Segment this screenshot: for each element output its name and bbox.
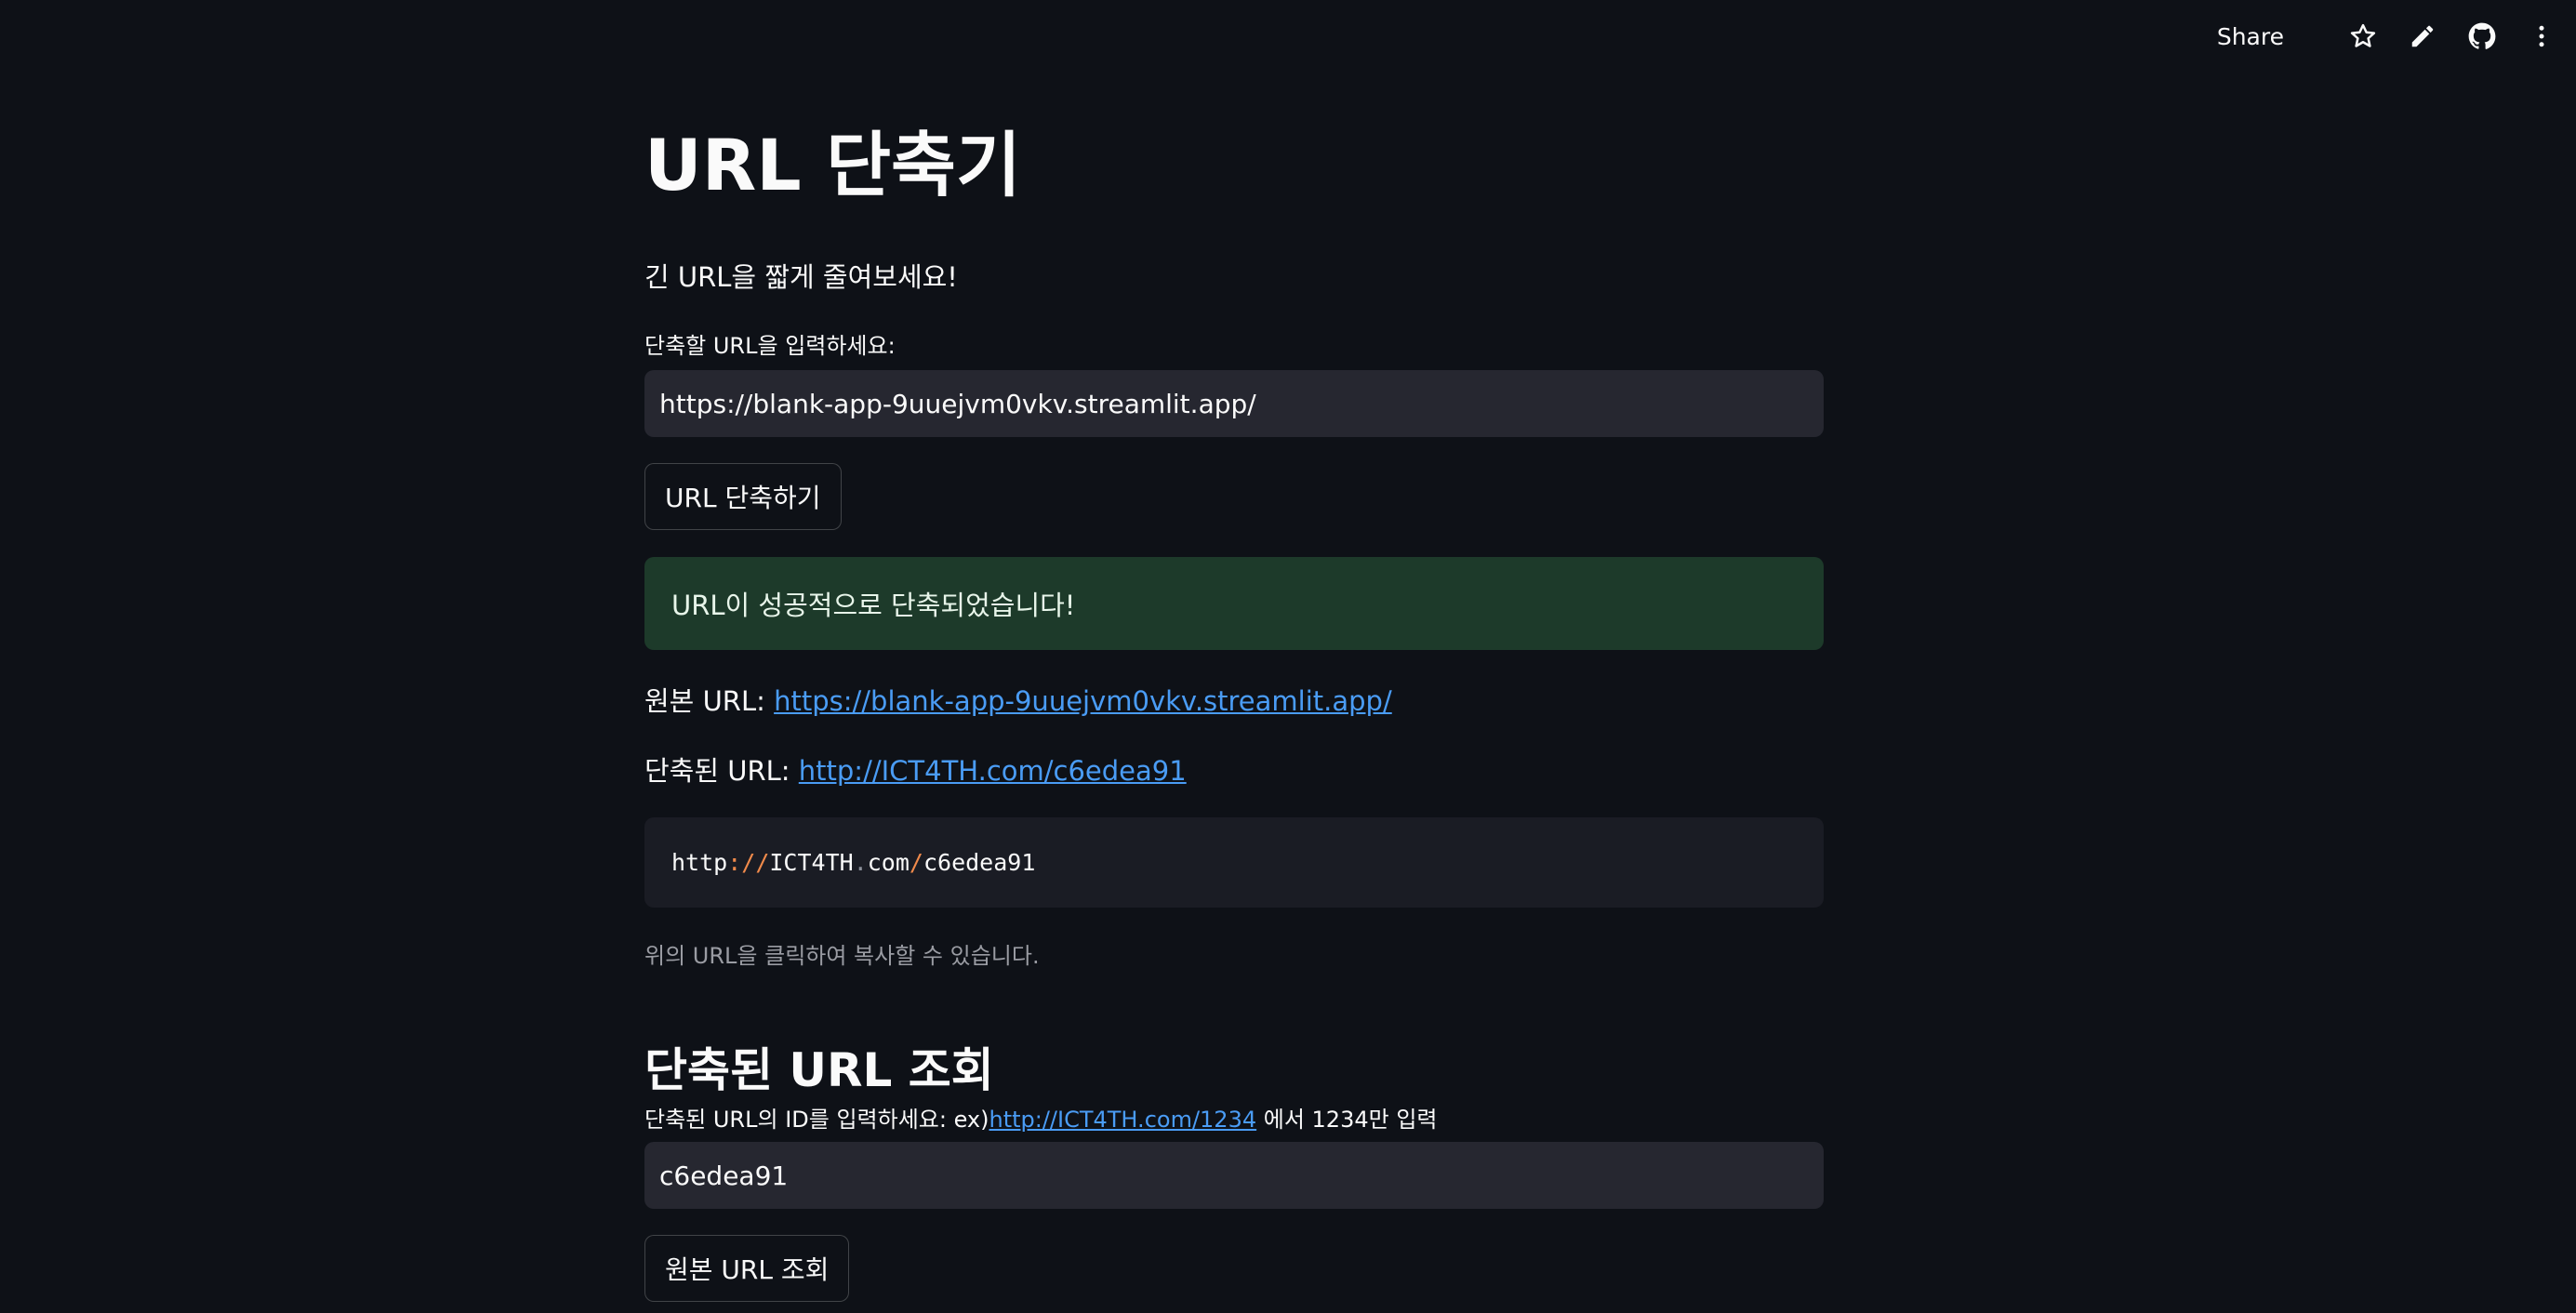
page-title: URL 단축기 <box>644 124 1021 206</box>
code-scheme: http <box>671 849 728 876</box>
success-alert: URL이 성공적으로 단축되었습니다! <box>644 557 1824 650</box>
shorten-url-button[interactable]: URL 단축하기 <box>644 463 842 530</box>
url-input-label: 단축할 URL을 입력하세요: <box>644 333 896 359</box>
original-url-label: 원본 URL: <box>644 685 775 717</box>
lookup-label-prefix: 단축된 URL의 ID를 입력하세요: ex) <box>644 1107 989 1133</box>
short-url-line: 단축된 URL: http://ICT4TH.com/c6edea91 <box>644 749 1187 789</box>
original-url-link[interactable]: https://blank-app-9uuejvm0vkv.streamlit.… <box>774 685 1392 717</box>
code-dot: . <box>853 849 868 876</box>
url-input[interactable]: https://blank-app-9uuejvm0vkv.streamlit.… <box>644 370 1824 437</box>
code-separator: :// <box>727 849 770 876</box>
code-tld: com <box>867 849 910 876</box>
lookup-label-suffix: 에서 1234만 입력 <box>1256 1107 1438 1133</box>
lookup-heading: 단축된 URL 조회 <box>644 1042 994 1097</box>
original-url-line: 원본 URL: https://blank-app-9uuejvm0vkv.st… <box>644 680 1392 719</box>
top-toolbar: Share <box>2217 0 2576 73</box>
success-message: URL이 성공적으로 단축되었습니다! <box>671 590 1076 621</box>
lookup-id-input[interactable]: c6edea91 <box>644 1142 1824 1209</box>
more-vertical-icon[interactable] <box>2526 20 2557 52</box>
pencil-icon[interactable] <box>2407 20 2438 52</box>
github-icon[interactable] <box>2466 20 2498 52</box>
code-host: ICT4TH <box>769 849 854 876</box>
page-subtitle: 긴 URL을 짧게 줄여보세요! <box>644 261 958 293</box>
short-url-code-block[interactable]: http://ICT4TH. com / c6edea91 <box>644 817 1824 908</box>
lookup-example-link[interactable]: http://ICT4TH.com/1234 <box>989 1107 1256 1133</box>
lookup-input-label: 단축된 URL의 ID를 입력하세요: ex)http://ICT4TH.com… <box>644 1101 1437 1134</box>
star-icon[interactable] <box>2347 20 2379 52</box>
code-path: c6edea91 <box>923 849 1036 876</box>
lookup-original-url-button[interactable]: 원본 URL 조회 <box>644 1235 850 1302</box>
code-slash: / <box>909 849 923 876</box>
short-url-link[interactable]: http://ICT4TH.com/c6edea91 <box>799 755 1187 787</box>
share-button[interactable]: Share <box>2217 23 2284 50</box>
short-url-label: 단축된 URL: <box>644 755 799 787</box>
copy-hint-caption: 위의 URL을 클릭하여 복사할 수 있습니다. <box>644 943 1040 969</box>
